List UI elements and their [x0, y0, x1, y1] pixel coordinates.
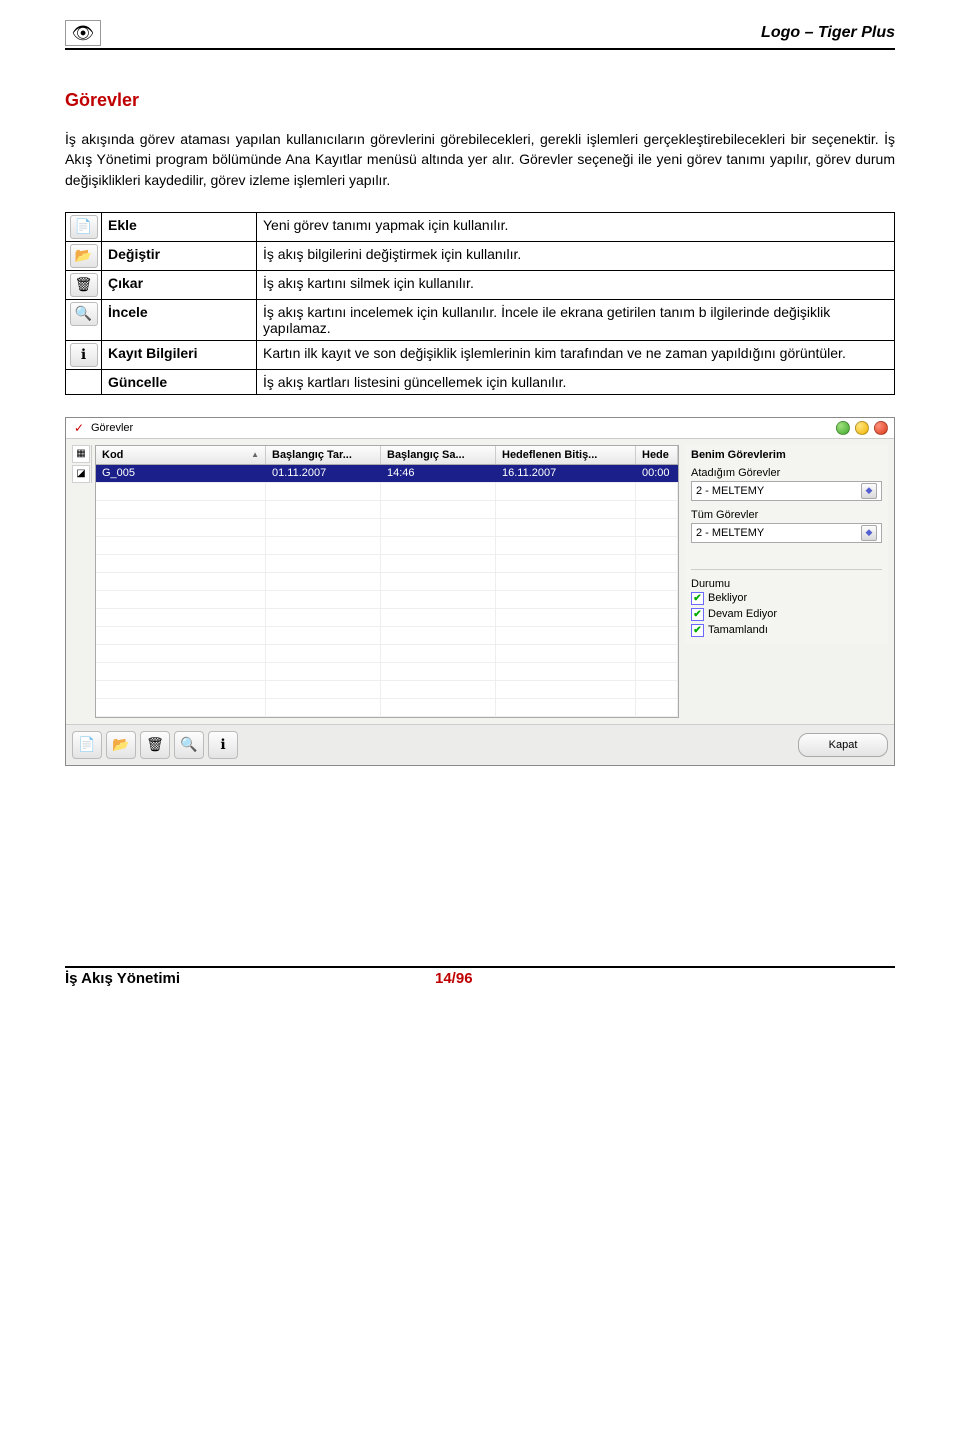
table-row[interactable] [96, 645, 678, 663]
footer-left: İş Akış Yönetimi [65, 970, 435, 987]
window-app-icon: ✓ [72, 421, 86, 435]
panel-atadigim-label: Atadığım Görevler [691, 467, 882, 479]
close-button[interactable]: Kapat [798, 733, 888, 757]
col-header-baslangic-sa[interactable]: Başlangıç Sa... [381, 446, 496, 464]
status-checkbox-label: Tamamlandı [708, 624, 768, 636]
table-row[interactable] [96, 501, 678, 519]
action-name: Ekle [102, 212, 257, 241]
window-maximize-icon[interactable] [855, 421, 869, 435]
panel-divider [691, 569, 882, 570]
action-desc: İş akış kartını silmek için kullanılır. [257, 270, 895, 299]
table-row[interactable] [96, 627, 678, 645]
checkbox-icon[interactable]: ✔ [691, 624, 704, 637]
action-desc: İş akış bilgilerini değiştirmek için kul… [257, 241, 895, 270]
action-name: Kayıt Bilgileri [102, 340, 257, 369]
status-checkbox-row[interactable]: ✔ Tamamlandı [691, 624, 882, 637]
logo-icon: 👁 [65, 20, 101, 46]
info-button[interactable]: ℹ [208, 731, 238, 759]
table-row[interactable] [96, 483, 678, 501]
footer-page: 14/96 [435, 970, 473, 987]
window-titlebar: ✓ Görevler [66, 418, 894, 439]
actions-row: 📂Değiştirİş akış bilgilerini değiştirmek… [66, 241, 895, 270]
col-header-kod[interactable]: Kod ▲ [96, 446, 266, 464]
window-close-icon[interactable] [874, 421, 888, 435]
table-row[interactable] [96, 663, 678, 681]
table-row[interactable] [96, 699, 678, 717]
record-info-icon: ℹ [66, 340, 102, 369]
window-controls [836, 421, 888, 435]
table-row[interactable] [96, 591, 678, 609]
grid-header[interactable]: Kod ▲ Başlangıç Tar... Başlangıç Sa... H… [96, 446, 678, 465]
delete-button[interactable]: 🗑 [140, 731, 170, 759]
actions-table: 📄EkleYeni görev tanımı yapmak için kulla… [65, 212, 895, 395]
edit-icon: 📂 [66, 241, 102, 270]
close-button-label: Kapat [829, 739, 858, 751]
table-row[interactable] [96, 519, 678, 537]
actions-row: 📄EkleYeni görev tanımı yapmak için kulla… [66, 212, 895, 241]
inspect-icon: 🔍 [66, 299, 102, 340]
table-row[interactable] [96, 573, 678, 591]
intro-paragraph: İş akışında görev ataması yapılan kullan… [65, 129, 895, 190]
tasks-window: ✓ Görevler ▦ ◪ Kod ▲ [65, 417, 895, 766]
page-header: 👁 Logo – Tiger Plus [65, 20, 895, 50]
panel-durumu-label: Durumu [691, 578, 882, 590]
table-row[interactable] [96, 555, 678, 573]
panel-atadigim-value: 2 - MELTEMY [696, 485, 764, 497]
section-title: Görevler [65, 90, 895, 111]
window-title: Görevler [91, 422, 133, 434]
actions-row: Güncelleİş akış kartları listesini günce… [66, 369, 895, 394]
panel-atadigim-select[interactable]: 2 - MELTEMY ◆ [691, 481, 882, 501]
col-header-baslangic-tar[interactable]: Başlangıç Tar... [266, 446, 381, 464]
side-panel: Benim Görevlerim Atadığım Görevler 2 - M… [685, 445, 888, 644]
gutter-icon-2[interactable]: ◪ [72, 465, 90, 483]
table-row[interactable] [96, 537, 678, 555]
col-header-hede[interactable]: Hede [636, 446, 678, 464]
table-row[interactable]: G_00501.11.200714:4616.11.200700:00 [96, 465, 678, 483]
table-row[interactable] [96, 681, 678, 699]
page-footer: İş Akış Yönetimi 14/96 [65, 966, 895, 987]
window-minimize-icon[interactable] [836, 421, 850, 435]
action-desc: Kartın ilk kayıt ve son değişiklik işlem… [257, 340, 895, 369]
status-checkbox-row[interactable]: ✔ Devam Ediyor [691, 608, 882, 621]
checkbox-icon[interactable]: ✔ [691, 592, 704, 605]
action-desc: Yeni görev tanımı yapmak için kullanılır… [257, 212, 895, 241]
panel-tum-select[interactable]: 2 - MELTEMY ◆ [691, 523, 882, 543]
action-name: Güncelle [102, 369, 257, 394]
col-header-hedef-bitis[interactable]: Hedeflenen Bitiş... [496, 446, 636, 464]
chevron-down-icon: ◆ [861, 525, 877, 541]
add-icon: 📄 [66, 212, 102, 241]
add-button[interactable]: 📄 [72, 731, 102, 759]
panel-tum-value: 2 - MELTEMY [696, 527, 764, 539]
panel-tum-label: Tüm Görevler [691, 509, 882, 521]
refresh [66, 369, 102, 394]
action-name: Çıkar [102, 270, 257, 299]
action-name: İncele [102, 299, 257, 340]
tasks-grid[interactable]: Kod ▲ Başlangıç Tar... Başlangıç Sa... H… [95, 445, 679, 718]
panel-title: Benim Görevlerim [691, 449, 882, 461]
status-checkbox-label: Devam Ediyor [708, 608, 777, 620]
header-title: Logo – Tiger Plus [761, 24, 895, 42]
table-row[interactable] [96, 609, 678, 627]
action-name: Değiştir [102, 241, 257, 270]
actions-row: ℹKayıt BilgileriKartın ilk kayıt ve son … [66, 340, 895, 369]
checkbox-icon[interactable]: ✔ [691, 608, 704, 621]
delete-icon: 🗑 [66, 270, 102, 299]
gutter-icon-1[interactable]: ▦ [72, 445, 90, 463]
actions-row: 🗑Çıkarİş akış kartını silmek için kullan… [66, 270, 895, 299]
sort-indicator-icon: ▲ [251, 450, 259, 459]
window-footer: 📄📂🗑🔍ℹ Kapat [66, 724, 894, 765]
action-desc: İş akış kartını incelemek için kullanılı… [257, 299, 895, 340]
col-header-kod-label: Kod [102, 449, 123, 461]
edit-button[interactable]: 📂 [106, 731, 136, 759]
chevron-down-icon: ◆ [861, 483, 877, 499]
inspect-button[interactable]: 🔍 [174, 731, 204, 759]
actions-row: 🔍İnceleİş akış kartını incelemek için ku… [66, 299, 895, 340]
action-desc: İş akış kartları listesini güncellemek i… [257, 369, 895, 394]
footer-toolbar: 📄📂🗑🔍ℹ [72, 731, 238, 759]
grid-left-gutter: ▦ ◪ [72, 445, 92, 483]
status-checkbox-label: Bekliyor [708, 592, 747, 604]
status-checkbox-row[interactable]: ✔ Bekliyor [691, 592, 882, 605]
